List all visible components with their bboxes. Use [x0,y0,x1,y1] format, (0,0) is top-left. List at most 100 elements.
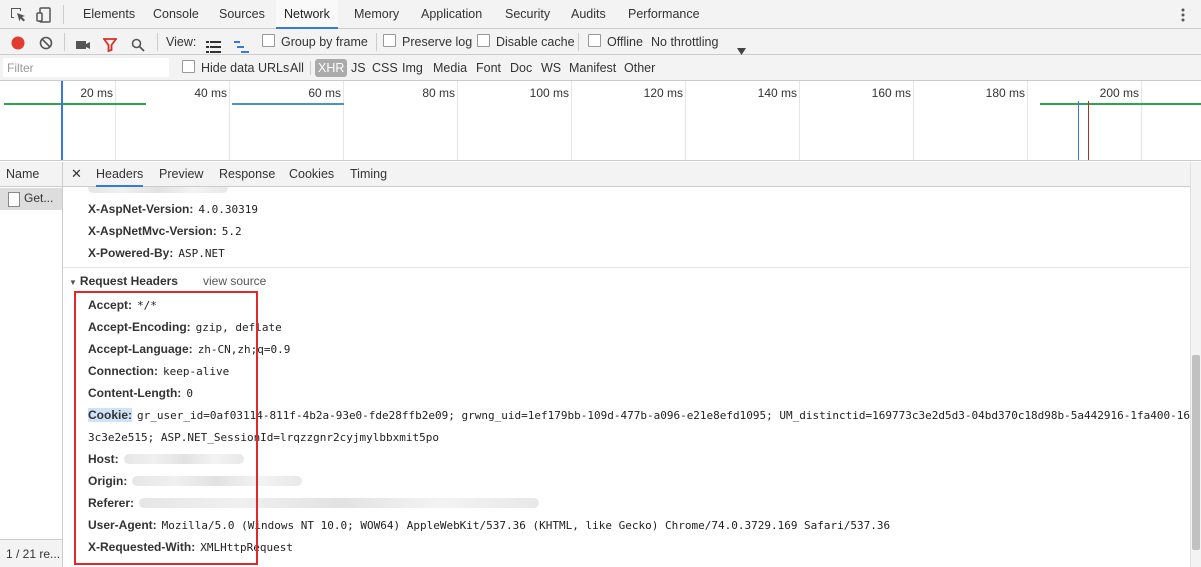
device-toolbar-icon[interactable] [35,6,53,24]
response-header-row: X-AspNet-Version: 4.0.30319 [88,202,258,216]
filter-type-all[interactable]: All [287,59,307,77]
filter-type-doc[interactable]: Doc [507,59,535,77]
header-value: 4.0.30319 [198,203,258,216]
highlight-annotation-box [74,291,258,565]
filter-type-css[interactable]: CSS [369,59,401,77]
filter-type-manifest[interactable]: Manifest [566,59,619,77]
grid-line [799,81,800,160]
tab-memory[interactable]: Memory [346,0,407,28]
filter-funnel-icon[interactable] [102,35,118,53]
scrollbar-thumb[interactable] [1192,355,1200,550]
tab-headers[interactable]: Headers [96,162,144,187]
tab-timing[interactable]: Timing [350,162,387,186]
timeline-tick: 60 ms [308,86,341,100]
tab-security[interactable]: Security [497,0,558,28]
group-by-frame-checkbox[interactable]: Group by frame [262,29,368,55]
divider [64,33,65,51]
request-headers-section-toggle[interactable]: ▼ Request Headers [69,274,178,288]
tab-console[interactable]: Console [145,0,207,28]
file-icon [8,192,20,207]
timeline-tick: 200 ms [1099,86,1139,100]
grid-line [913,81,914,160]
tab-application[interactable]: Application [413,0,490,28]
header-value: Mozilla/5.0 (Windows NT 10.0; WOW64) App… [161,519,891,532]
disable-cache-checkbox[interactable]: Disable cache [477,29,575,55]
response-header-row: X-AspNetMvc-Version: 5.2 [88,224,242,238]
search-icon[interactable] [131,35,145,52]
large-rows-list-icon[interactable] [206,36,221,53]
waterfall-overview-icon[interactable] [234,36,249,53]
preserve-log-checkbox[interactable]: Preserve log [383,29,472,55]
filter-type-other[interactable]: Other [621,59,658,77]
filter-type-media[interactable]: Media [430,59,470,77]
response-header-row: X-Powered-By: ASP.NET [88,246,225,260]
tab-elements[interactable]: Elements [75,0,143,28]
filter-bar: Hide data URLs All XHR JS CSS Img Media … [0,55,1201,81]
vertical-scrollbar[interactable] [1190,162,1201,567]
throttling-select[interactable]: No throttling [651,29,718,55]
filter-input[interactable] [3,58,169,77]
record-button[interactable] [10,34,26,50]
divider [310,61,311,75]
timeline-tick: 80 ms [422,86,455,100]
header-name: X-AspNetMvc-Version: [88,224,217,238]
request-headers-title: Request Headers [79,274,178,288]
load-event-marker [1088,101,1089,160]
timeline-overview[interactable]: 20 ms 40 ms 60 ms 80 ms 100 ms 120 ms 14… [0,81,1201,161]
timeline-request-bar [232,103,344,105]
preserve-log-label: Preserve log [402,35,473,49]
chevron-down-icon[interactable] [737,38,746,55]
tab-network[interactable]: Network [276,0,338,29]
filter-type-font[interactable]: Font [473,59,504,77]
header-name: X-AspNet-Version: [88,202,194,216]
timeline-selection-marker [61,81,63,160]
more-menu-icon[interactable] [1180,6,1186,24]
divider [578,33,579,51]
throttling-value: No throttling [651,35,719,49]
filter-type-xhr[interactable]: XHR [315,59,348,77]
section-divider [63,267,1191,268]
tab-performance[interactable]: Performance [620,0,708,28]
timeline-tick: 100 ms [529,86,569,100]
timeline-tick: 140 ms [757,86,797,100]
filter-type-ws[interactable]: WS [538,59,564,77]
request-name: Get... [24,191,54,205]
timeline-tick: 40 ms [194,86,227,100]
group-by-frame-label: Group by frame [281,35,368,49]
request-count-status: 1 / 21 re... [0,539,62,567]
view-source-link[interactable]: view source [203,274,266,288]
triangle-down-icon: ▼ [69,278,77,287]
timeline-tick: 180 ms [985,86,1025,100]
close-icon[interactable]: ✕ [71,162,82,186]
tab-sources[interactable]: Sources [211,0,273,28]
clear-icon[interactable] [38,34,54,50]
offline-checkbox[interactable]: Offline [588,29,643,55]
clipped-header-row [88,187,228,195]
detail-tab-bar: ✕ Headers Preview Response Cookies Timin… [63,162,1201,187]
filter-type-img[interactable]: Img [399,59,426,77]
request-row[interactable]: Get... [0,188,62,210]
header-value: 5.2 [221,225,242,238]
offline-label: Offline [607,35,643,49]
filter-type-js[interactable]: JS [348,59,369,77]
tab-cookies[interactable]: Cookies [289,162,334,186]
grid-line [1141,81,1142,160]
request-list-pane: Name Get... 1 / 21 re... [0,162,63,567]
name-column-header[interactable]: Name [0,162,62,187]
hide-data-urls-checkbox[interactable]: Hide data URLs [182,55,289,81]
divider [63,5,64,24]
timeline-request-bar [1040,103,1201,105]
tab-audits[interactable]: Audits [563,0,614,28]
screenshot-camera-icon[interactable] [75,35,91,49]
request-detail-pane: ✕ Headers Preview Response Cookies Timin… [63,162,1201,567]
tab-preview[interactable]: Preview [159,162,203,186]
timeline-tick: 120 ms [643,86,683,100]
inspect-element-icon[interactable] [9,6,27,24]
timeline-tick: 160 ms [871,86,911,100]
network-toolbar: View: Group by frame Preserve log Disabl… [0,29,1201,55]
grid-line [115,81,116,160]
tab-response[interactable]: Response [219,162,275,186]
grid-line [229,81,230,160]
grid-line [343,81,344,160]
header-value: gr_user_id=0af03114-811f-4b2a-93e0-fde28… [137,409,1191,422]
